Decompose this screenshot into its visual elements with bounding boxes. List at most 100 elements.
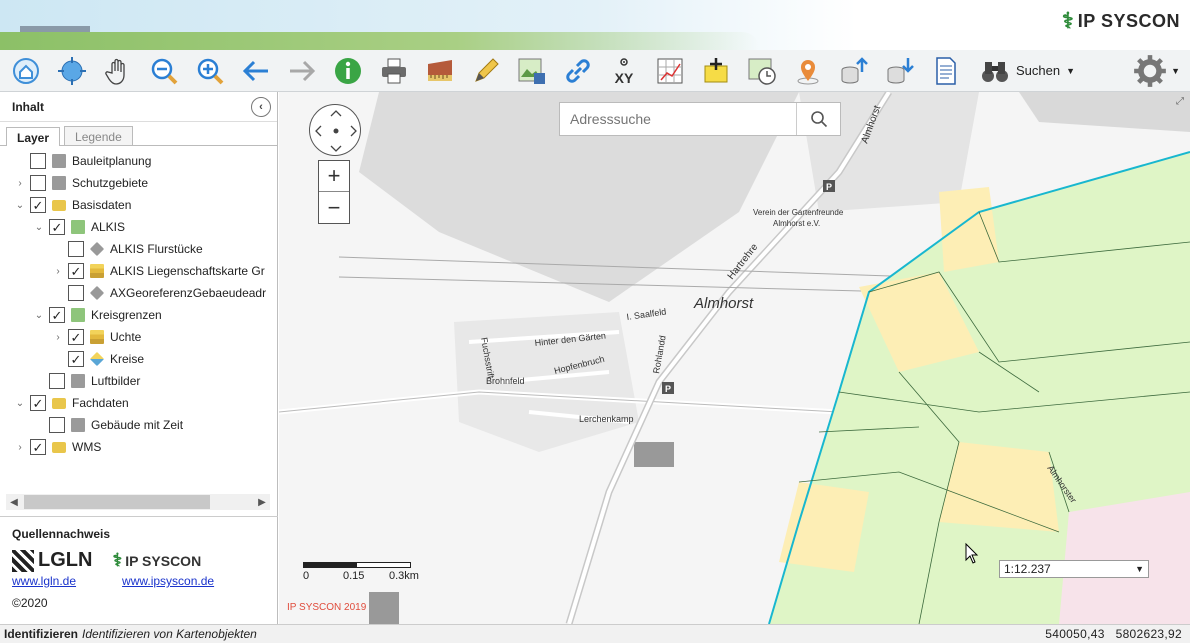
- scale-select[interactable]: 1:12.237 ▼: [999, 560, 1149, 578]
- building-block-south: [369, 592, 399, 624]
- pan-hand-button[interactable]: [100, 53, 136, 89]
- header-banner: ⚕ IP SYSCON: [0, 0, 1190, 50]
- layer-checkbox[interactable]: [68, 285, 84, 301]
- layer-checkbox[interactable]: [49, 373, 65, 389]
- tab-legende[interactable]: Legende: [64, 126, 133, 145]
- layer-tree-row[interactable]: AXGeoreferenzGebaeudeadr: [0, 282, 277, 304]
- layer-checkbox[interactable]: [30, 153, 46, 169]
- layer-tree-row[interactable]: ALKIS Flurstücke: [0, 238, 277, 260]
- pan-left-icon[interactable]: [315, 125, 322, 137]
- add-object-button[interactable]: [698, 53, 734, 89]
- layer-checkbox[interactable]: [49, 417, 65, 433]
- map-zoom-in-button[interactable]: +: [319, 161, 349, 192]
- layer-label: Gebäude mit Zeit: [91, 418, 184, 432]
- time-button[interactable]: [744, 53, 780, 89]
- pan-center-icon[interactable]: [333, 128, 339, 134]
- pan-right-icon[interactable]: [350, 125, 357, 137]
- layer-tree-row[interactable]: Luftbilder: [0, 370, 277, 392]
- layer-gray-icon: [71, 418, 85, 432]
- xy-coordinate-button[interactable]: XY: [606, 53, 642, 89]
- layer-checkbox[interactable]: ✓: [49, 307, 65, 323]
- document-button[interactable]: [928, 53, 964, 89]
- map-view[interactable]: Almhorst Hartrehre Almhorst Verein der G…: [279, 92, 1190, 624]
- brand-mark-icon: ⚕: [1061, 8, 1074, 33]
- back-button[interactable]: [238, 53, 274, 89]
- scale-tick-1: 0.15: [343, 570, 365, 582]
- layer-tree-row[interactable]: ⌄ ✓ Basisdaten: [0, 194, 277, 216]
- layer-checkbox[interactable]: ✓: [68, 263, 84, 279]
- chevron-down-icon: ▼: [1135, 564, 1144, 574]
- lgln-link[interactable]: www.lgln.de: [12, 574, 76, 588]
- map-canvas[interactable]: Almhorst Hartrehre Almhorst Verein der G…: [279, 92, 1190, 624]
- save-map-button[interactable]: [514, 53, 550, 89]
- layer-checkbox[interactable]: ✓: [68, 329, 84, 345]
- expand-toggle-icon[interactable]: ⌄: [14, 397, 26, 409]
- expand-toggle-icon[interactable]: ⌄: [33, 309, 45, 321]
- scroll-right-icon[interactable]: ▶: [254, 497, 270, 508]
- layer-tree-row[interactable]: ⌄ ✓ Kreisgrenzen: [0, 304, 277, 326]
- print-button[interactable]: [376, 53, 412, 89]
- layer-tree-row[interactable]: Bauleitplanung: [0, 150, 277, 172]
- search-menu-button[interactable]: Suchen ▼: [980, 56, 1075, 86]
- grid-button[interactable]: [652, 53, 688, 89]
- layer-checkbox[interactable]: ✓: [49, 219, 65, 235]
- expand-toggle-icon[interactable]: ›: [14, 177, 26, 189]
- layer-tree-row[interactable]: › Schutzgebiete: [0, 172, 277, 194]
- layer-tree-row[interactable]: ⌄ ✓ ALKIS: [0, 216, 277, 238]
- layer-checkbox[interactable]: [30, 175, 46, 191]
- expand-toggle-icon[interactable]: ⌄: [33, 221, 45, 233]
- map-zoom-out-button[interactable]: −: [319, 192, 349, 223]
- layer-tree-row[interactable]: › ✓ ALKIS Liegenschaftskarte Gr: [0, 260, 277, 282]
- layer-tree-row[interactable]: ✓ Kreise: [0, 348, 277, 370]
- expand-toggle-icon[interactable]: ›: [52, 331, 64, 343]
- address-search-input[interactable]: [560, 103, 796, 135]
- expand-toggle-icon[interactable]: ⌄: [14, 199, 26, 211]
- scrollbar-thumb[interactable]: [24, 495, 210, 509]
- layer-tree-row[interactable]: ⌄ ✓ Fachdaten: [0, 392, 277, 414]
- layer-tree-row[interactable]: › ✓ WMS: [0, 436, 277, 458]
- ipsyscon-link[interactable]: www.ipsyscon.de: [122, 574, 214, 588]
- layer-folder-icon: [52, 397, 66, 409]
- layer-tree-row[interactable]: › ✓ Uchte: [0, 326, 277, 348]
- expand-toggle-icon[interactable]: ›: [14, 441, 26, 453]
- scroll-left-icon[interactable]: ◀: [6, 497, 22, 508]
- measure-button[interactable]: [422, 53, 458, 89]
- location-button[interactable]: [790, 53, 826, 89]
- info-button[interactable]: [330, 53, 366, 89]
- binoculars-icon: [982, 61, 1008, 82]
- tab-layer[interactable]: Layer: [6, 127, 61, 146]
- coord-y: 5802623,92: [1115, 627, 1182, 641]
- zoom-all-button[interactable]: [54, 53, 90, 89]
- link-button[interactable]: [560, 53, 596, 89]
- layer-checkbox[interactable]: ✓: [30, 197, 46, 213]
- lgln-text: LGLN: [38, 549, 93, 571]
- coord-x: 540050,43: [1045, 627, 1105, 641]
- pan-up-icon[interactable]: [330, 110, 342, 117]
- upload-button[interactable]: [836, 53, 872, 89]
- map-expand-icon[interactable]: ⤢: [1176, 96, 1184, 107]
- collapse-sidebar-button[interactable]: ‹: [251, 96, 271, 117]
- layer-checkbox[interactable]: ✓: [30, 395, 46, 411]
- map-label-verein2: Almhorst e.V.: [773, 219, 820, 228]
- xy-label: XY: [615, 70, 634, 86]
- pan-navigation-control[interactable]: [309, 104, 361, 156]
- zoom-out-button[interactable]: [146, 53, 182, 89]
- layer-checkbox[interactable]: ✓: [68, 351, 84, 367]
- forward-button[interactable]: [284, 53, 320, 89]
- home-extent-button[interactable]: [8, 53, 44, 89]
- layer-tree-row[interactable]: Gebäude mit Zeit: [0, 414, 277, 436]
- zoom-in-button[interactable]: [192, 53, 228, 89]
- draw-button[interactable]: [468, 53, 504, 89]
- tree-horizontal-scrollbar[interactable]: ◀ ▶: [6, 494, 270, 510]
- settings-button[interactable]: ▼: [1133, 54, 1180, 88]
- pan-down-icon[interactable]: [330, 145, 342, 152]
- layer-label: Basisdaten: [72, 198, 132, 212]
- layer-checkbox[interactable]: [68, 241, 84, 257]
- expand-toggle-icon[interactable]: ›: [52, 265, 64, 277]
- search-icon: [810, 111, 827, 128]
- map-label-brohnfeld: Brohnfeld: [486, 376, 525, 386]
- download-button[interactable]: [882, 53, 918, 89]
- chevron-left-icon: ‹: [259, 100, 263, 113]
- layer-checkbox[interactable]: ✓: [30, 439, 46, 455]
- address-search-button[interactable]: [796, 103, 840, 135]
